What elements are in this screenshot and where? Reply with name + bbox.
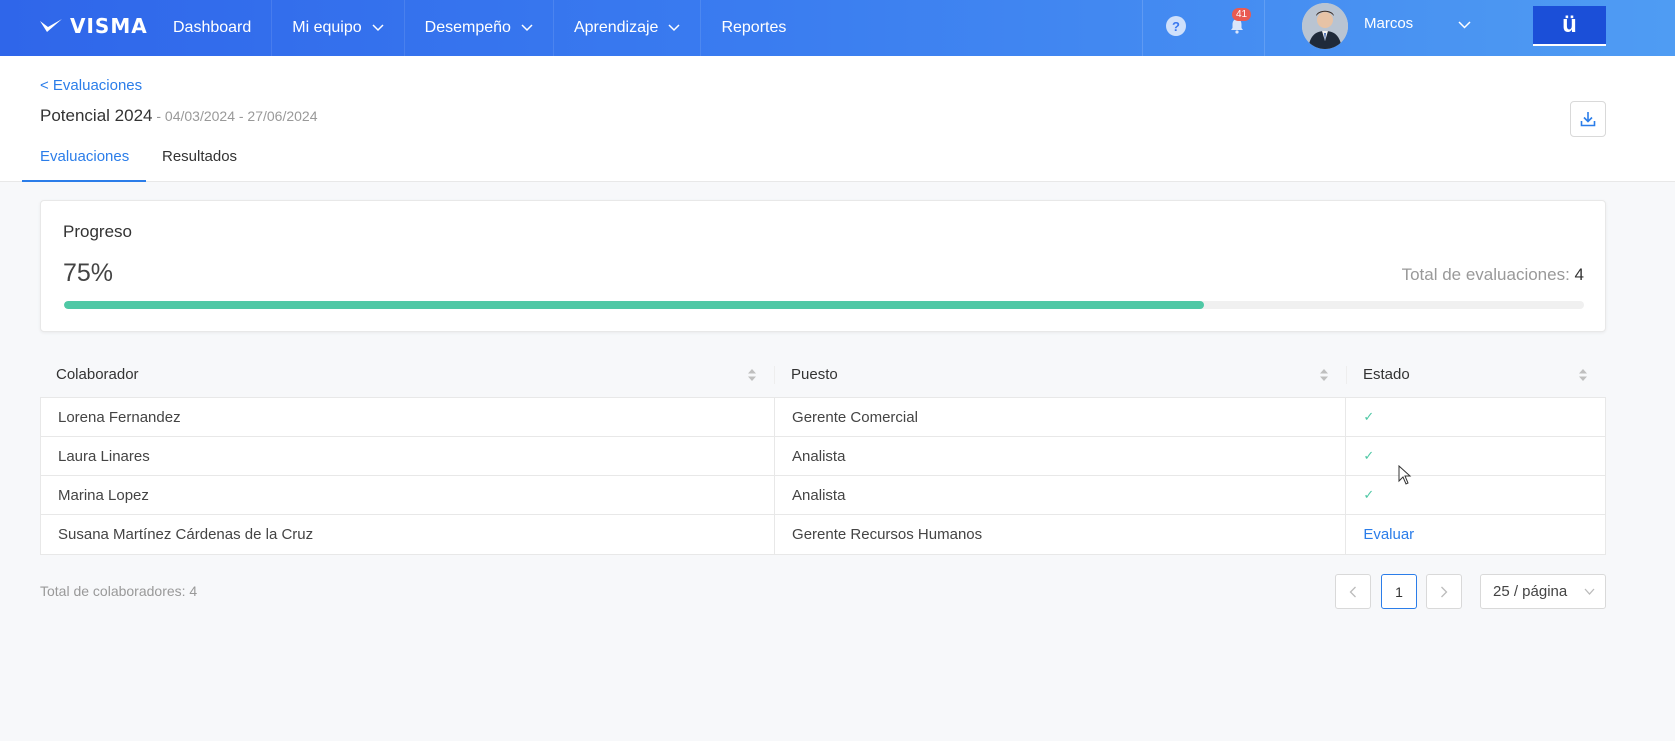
sort-icon[interactable]: [1578, 367, 1588, 383]
nav-reportes[interactable]: Reportes: [701, 0, 806, 56]
page-button-current[interactable]: 1: [1381, 574, 1417, 609]
divider: [1142, 0, 1143, 56]
check-icon: ✓: [1363, 487, 1375, 502]
cell-colaborador: Laura Linares: [41, 437, 776, 475]
check-icon: ✓: [1363, 448, 1375, 463]
nav-mi-equipo[interactable]: Mi equipo: [272, 0, 405, 56]
download-icon: [1580, 112, 1596, 127]
evaluar-link[interactable]: Evaluar: [1363, 526, 1414, 543]
divider: [1264, 0, 1265, 56]
app-switch-button[interactable]: ü: [1533, 6, 1606, 46]
nav-desempeno[interactable]: Desempeño: [405, 0, 554, 56]
column-header-label: Colaborador: [56, 366, 139, 383]
cell-puesto: Gerente Comercial: [775, 398, 1347, 436]
chevron-down-icon: [1584, 588, 1595, 595]
user-avatar-icon: [1302, 3, 1348, 49]
previous-page-button[interactable]: [1335, 574, 1371, 609]
collaborators-table: Colaborador Puesto Estado Lorena Fernand…: [40, 352, 1606, 555]
table-row: Susana Martínez Cárdenas de la Cruz Gere…: [41, 515, 1605, 554]
cell-colaborador: Susana Martínez Cárdenas de la Cruz: [41, 515, 776, 554]
notification-count-badge: 41: [1232, 8, 1252, 21]
back-link[interactable]: < Evaluaciones: [40, 77, 142, 94]
tab-resultados[interactable]: Resultados: [162, 148, 237, 165]
visma-logo[interactable]: VISMA: [38, 14, 148, 38]
total-evaluations-value: 4: [1574, 265, 1584, 284]
cell-puesto: Analista: [775, 476, 1347, 514]
avatar[interactable]: [1302, 3, 1348, 49]
table-header: Colaborador Puesto Estado: [40, 352, 1606, 398]
progress-card: Progreso 75% Total de evaluaciones: 4: [40, 200, 1606, 332]
app-switch-label: ü: [1562, 11, 1577, 38]
page-title: Potencial 2024 - 04/03/2024 - 27/06/2024: [40, 106, 318, 126]
cell-colaborador: Lorena Fernandez: [41, 398, 776, 436]
top-navigation-bar: VISMA Dashboard Mi equipo Desempeño Apre…: [0, 0, 1675, 56]
main-nav: Dashboard Mi equipo Desempeño Aprendizaj…: [153, 0, 806, 56]
nav-dashboard[interactable]: Dashboard: [153, 0, 273, 56]
chevron-right-icon: [1441, 586, 1448, 597]
sort-icon[interactable]: [1319, 367, 1329, 383]
nav-aprendizaje-label: Aprendizaje: [573, 19, 659, 36]
cell-estado: ✓: [1346, 398, 1605, 436]
progress-title: Progreso: [63, 222, 132, 241]
cell-estado: ✓: [1346, 476, 1605, 514]
column-header-estado[interactable]: Estado: [1347, 352, 1606, 397]
nav-reportes-label: Reportes: [721, 19, 787, 36]
help-icon[interactable]: ?: [1166, 16, 1186, 36]
next-page-button[interactable]: [1426, 574, 1462, 609]
mouse-cursor-icon: [1398, 465, 1412, 485]
active-tab-indicator: [22, 180, 146, 182]
chevron-down-icon[interactable]: [1458, 21, 1471, 29]
page-size-select[interactable]: 25 / página: [1480, 574, 1606, 609]
chevron-down-icon: [521, 24, 533, 32]
table-row: Lorena Fernandez Gerente Comercial ✓: [41, 398, 1605, 437]
chevron-left-icon: [1349, 586, 1356, 597]
download-button[interactable]: [1570, 101, 1606, 137]
total-evaluations-label: Total de evaluaciones:: [1401, 265, 1575, 284]
column-header-puesto[interactable]: Puesto: [775, 352, 1347, 397]
progress-bar-fill: [64, 301, 1204, 309]
chevron-down-icon: [372, 24, 384, 32]
progress-bar: [64, 301, 1584, 309]
nav-desempeno-label: Desempeño: [424, 19, 511, 36]
sort-icon[interactable]: [747, 367, 757, 383]
nav-aprendizaje[interactable]: Aprendizaje: [554, 0, 702, 56]
column-header-label: Estado: [1363, 366, 1410, 383]
cell-puesto: Analista: [775, 437, 1347, 475]
tab-evaluaciones[interactable]: Evaluaciones: [40, 148, 129, 165]
check-icon: ✓: [1363, 409, 1375, 424]
user-name[interactable]: Marcos: [1364, 15, 1413, 32]
column-header-label: Puesto: [791, 366, 838, 383]
table-row: Laura Linares Analista ✓: [41, 437, 1605, 476]
chevron-down-icon: [668, 24, 680, 32]
nav-dashboard-label: Dashboard: [173, 19, 252, 36]
page-size-value: 25 / página: [1493, 583, 1568, 600]
column-header-colaborador[interactable]: Colaborador: [40, 352, 775, 397]
progress-percent: 75%: [63, 259, 114, 287]
table-body: Lorena Fernandez Gerente Comercial ✓ Lau…: [40, 398, 1606, 555]
cell-estado: ✓: [1346, 437, 1605, 475]
evaluation-date-range: - 04/03/2024 - 27/06/2024: [152, 108, 318, 124]
visma-logo-mark-icon: [40, 19, 62, 32]
evaluation-name: Potencial 2024: [40, 106, 153, 125]
nav-mi-equipo-label: Mi equipo: [292, 19, 362, 36]
total-collaborators: Total de colaboradores: 4: [40, 583, 198, 599]
logo-text: VISMA: [70, 14, 148, 38]
page-header: < Evaluaciones Potencial 2024 - 04/03/20…: [0, 56, 1675, 182]
cell-puesto: Gerente Recursos Humanos: [775, 515, 1347, 554]
total-evaluations: Total de evaluaciones: 4: [1402, 265, 1584, 285]
table-row: Marina Lopez Analista ✓: [41, 476, 1605, 515]
cell-colaborador: Marina Lopez: [41, 476, 776, 514]
cell-estado: Evaluar: [1346, 515, 1605, 554]
